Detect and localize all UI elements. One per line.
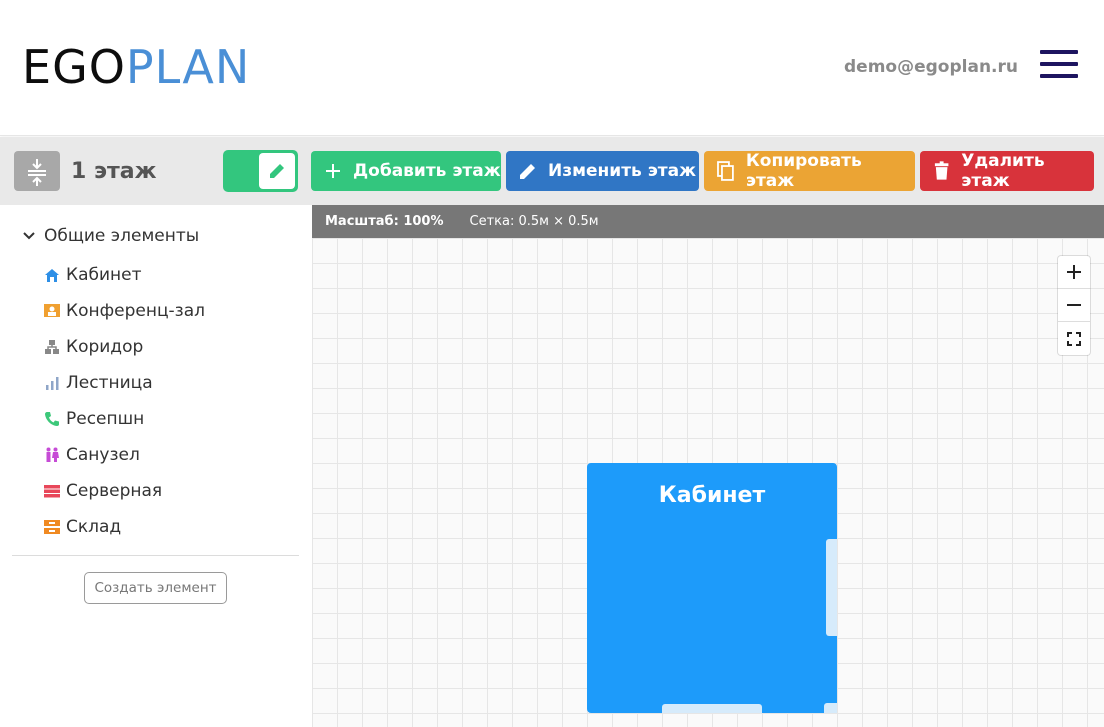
- hamburger-menu-icon[interactable]: [1040, 50, 1078, 78]
- canvas-status-bar: Масштаб: 100% Сетка: 0.5м × 0.5м: [312, 205, 1104, 238]
- edit-floor-button[interactable]: Изменить этаж: [506, 151, 699, 191]
- room-office[interactable]: Кабинет: [587, 463, 837, 713]
- copy-floor-button[interactable]: Копировать этаж: [704, 151, 915, 191]
- house-icon: [45, 269, 59, 282]
- copy-icon: [717, 161, 734, 181]
- user-email[interactable]: demo@egoplan.ru: [844, 57, 1018, 77]
- room-label: Кабинет: [658, 483, 766, 508]
- floor-plan-canvas[interactable]: Кабинет: [312, 238, 1104, 727]
- egoplan-logo[interactable]: EGOPLAN: [22, 40, 250, 94]
- add-floor-label: Добавить этаж: [353, 161, 501, 181]
- fullscreen-button[interactable]: [1058, 322, 1090, 355]
- elements-sidebar: Общие элементы Кабинет Конференц-зал Кор…: [0, 205, 312, 727]
- sidebar-item-corridor[interactable]: Коридор: [44, 329, 205, 365]
- edit-floor-label: Изменить этаж: [548, 161, 697, 181]
- plus-icon: [326, 164, 340, 178]
- sitemap-icon: [45, 340, 59, 354]
- floor-collapse-icon[interactable]: [14, 151, 60, 191]
- grid-readout: Сетка: 0.5м × 0.5м: [469, 214, 599, 229]
- sidebar-item-server-room[interactable]: Серверная: [44, 473, 205, 509]
- trash-icon: [934, 161, 949, 180]
- add-floor-button[interactable]: Добавить этаж: [311, 151, 501, 191]
- sidebar-divider: [12, 555, 299, 556]
- element-list: Кабинет Конференц-зал Коридор Лестница Р…: [44, 257, 205, 545]
- server-icon: [44, 485, 60, 498]
- bar-chart-icon: [46, 377, 59, 390]
- fullscreen-icon: [1067, 331, 1081, 346]
- logo-part-plan: PLAN: [125, 40, 251, 94]
- inbox-icon: [44, 520, 60, 534]
- scale-readout: Масштаб: 100%: [325, 214, 444, 229]
- sidebar-item-restroom[interactable]: Санузел: [44, 437, 205, 473]
- zoom-in-button[interactable]: [1058, 256, 1090, 289]
- room-door-corner[interactable]: [824, 703, 837, 713]
- delete-floor-button[interactable]: Удалить этаж: [920, 151, 1094, 191]
- sidebar-item-stairs[interactable]: Лестница: [44, 365, 205, 401]
- room-door-bottom[interactable]: [662, 704, 762, 713]
- zoom-controls: [1058, 256, 1090, 355]
- copy-floor-label: Копировать этаж: [745, 151, 862, 191]
- floor-toolbar: 1 этаж Добавить этаж Изменить этаж Копир…: [0, 137, 1104, 205]
- delete-floor-label: Удалить этаж: [961, 151, 1045, 191]
- create-element-button[interactable]: Создать элемент: [84, 572, 227, 604]
- group-title: Общие элементы: [44, 226, 200, 246]
- pencil-icon: [270, 164, 284, 178]
- plus-icon: [1067, 265, 1081, 279]
- sidebar-item-office[interactable]: Кабинет: [44, 257, 205, 293]
- room-door-right[interactable]: [826, 539, 837, 636]
- zoom-out-button[interactable]: [1058, 289, 1090, 322]
- minus-icon: [1067, 304, 1081, 306]
- sidebar-item-conference[interactable]: Конференц-зал: [44, 293, 205, 329]
- edit-mode-toggle[interactable]: [223, 150, 298, 192]
- app-header: EGOPLAN demo@egoplan.ru: [0, 0, 1104, 136]
- sidebar-item-reception[interactable]: Ресепшн: [44, 401, 205, 437]
- presentation-icon: [44, 304, 60, 317]
- restroom-icon: [46, 447, 59, 462]
- phone-icon: [45, 412, 59, 426]
- pencil-icon: [520, 164, 535, 179]
- floor-title: 1 этаж: [71, 159, 157, 184]
- sidebar-item-storage[interactable]: Склад: [44, 509, 205, 545]
- logo-part-ego: EGO: [22, 40, 126, 94]
- toggle-knob: [259, 153, 295, 189]
- group-general-elements[interactable]: Общие элементы: [22, 226, 199, 246]
- chevron-down-icon: [23, 232, 35, 240]
